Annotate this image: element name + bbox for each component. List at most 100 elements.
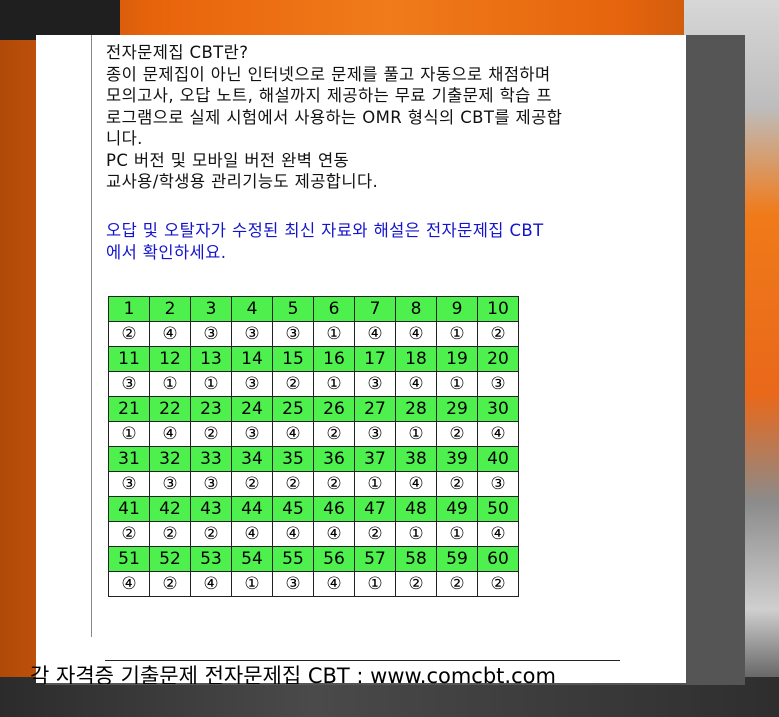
answer-cell: ②	[272, 371, 314, 397]
answer-cell: ③	[477, 371, 519, 397]
answer-cell: ①	[436, 371, 478, 397]
answer-cell: ②	[108, 321, 150, 347]
answer-cell: ③	[190, 471, 232, 497]
answer-cell: ③	[108, 371, 150, 397]
answer-cell: ①	[395, 521, 437, 547]
question-number-cell: 55	[272, 546, 314, 572]
question-number-cell: 47	[354, 496, 396, 522]
question-number-cell: 10	[477, 296, 519, 322]
answer-cell: ④	[395, 321, 437, 347]
question-number-cell: 40	[477, 446, 519, 472]
answer-cell: ④	[272, 521, 314, 547]
intro-line: 종이 문제집이 아닌 인터넷으로 문제를 풀고 자동으로 채점하며	[106, 64, 551, 84]
question-number-cell: 15	[272, 346, 314, 372]
answer-cell: ②	[272, 471, 314, 497]
answer-cell: ③	[477, 471, 519, 497]
intro-line: PC 버전 및 모바일 버전 완벽 연동	[106, 150, 350, 170]
question-number-cell: 28	[395, 396, 437, 422]
answer-cell: ②	[436, 421, 478, 447]
question-number-cell: 37	[354, 446, 396, 472]
question-number-cell: 8	[395, 296, 437, 322]
question-number-cell: 11	[108, 346, 150, 372]
notice-line: 에서 확인하세요.	[106, 242, 227, 262]
answer-cell: ②	[436, 571, 478, 597]
question-number-cell: 33	[190, 446, 232, 472]
question-number-cell: 53	[190, 546, 232, 572]
background-dark-corner	[0, 0, 120, 40]
question-number-cell: 16	[313, 346, 355, 372]
question-number-cell: 27	[354, 396, 396, 422]
question-number-row: 41 42 43 44 45 46 47 48 49 50	[108, 496, 519, 522]
answer-row: ③③③②②②①④②③	[108, 471, 519, 497]
answer-cell: ④	[395, 371, 437, 397]
answer-cell: ②	[477, 571, 519, 597]
answer-cell: ①	[149, 371, 191, 397]
question-number-cell: 43	[190, 496, 232, 522]
question-number-cell: 20	[477, 346, 519, 372]
intro-line: 교사용/학생용 관리기능도 제공합니다.	[106, 172, 379, 191]
answer-cell: ①	[436, 321, 478, 347]
answer-cell: ②	[190, 521, 232, 547]
question-number-cell: 29	[436, 396, 478, 422]
question-number-cell: 39	[436, 446, 478, 472]
answer-row: ③①①③②①③④①③	[108, 371, 519, 397]
answer-cell: ①	[354, 571, 396, 597]
question-number-cell: 36	[313, 446, 355, 472]
question-number-cell: 58	[395, 546, 437, 572]
answer-cell: ④	[149, 421, 191, 447]
question-number-cell: 48	[395, 496, 437, 522]
question-number-cell: 52	[149, 546, 191, 572]
answer-row: ①④②③④②③①②④	[108, 421, 519, 447]
answer-cell: ②	[354, 521, 396, 547]
question-number-cell: 60	[477, 546, 519, 572]
answer-row: ②②②④④④②①①④	[108, 521, 519, 547]
question-number-cell: 26	[313, 396, 355, 422]
question-number-cell: 1	[108, 296, 150, 322]
question-number-cell: 9	[436, 296, 478, 322]
question-number-cell: 6	[313, 296, 355, 322]
answer-cell: ④	[313, 521, 355, 547]
question-number-cell: 5	[272, 296, 314, 322]
answer-cell: ④	[108, 571, 150, 597]
question-number-cell: 30	[477, 396, 519, 422]
question-number-cell: 32	[149, 446, 191, 472]
answer-cell: ①	[231, 571, 273, 597]
intro-line: 모의고사, 오답 노트, 해설까지 제공하는 무료 기출문제 학습 프	[106, 86, 552, 105]
answer-cell: ④	[477, 521, 519, 547]
question-number-cell: 23	[190, 396, 232, 422]
question-number-cell: 25	[272, 396, 314, 422]
question-number-cell: 12	[149, 346, 191, 372]
question-number-cell: 45	[272, 496, 314, 522]
question-number-cell: 49	[436, 496, 478, 522]
question-number-cell: 44	[231, 496, 273, 522]
question-number-cell: 34	[231, 446, 273, 472]
cbt-intro: 전자문제집 CBT란? 종이 문제집이 아닌 인터넷으로 문제를 풀고 자동으로…	[106, 42, 646, 193]
answer-cell: ①	[313, 321, 355, 347]
answer-cell: ②	[313, 421, 355, 447]
answer-cell: ③	[231, 321, 273, 347]
answer-row: ②④③③③①④④①②	[108, 321, 519, 347]
question-number-row: 31 32 33 34 35 36 37 38 39 40	[108, 446, 519, 472]
question-number-cell: 17	[354, 346, 396, 372]
answer-cell: ④	[313, 571, 355, 597]
intro-line: 니다.	[106, 129, 143, 148]
answer-cell: ②	[190, 421, 232, 447]
question-number-cell: 50	[477, 496, 519, 522]
answer-cell: ②	[231, 471, 273, 497]
answer-cell: ①	[436, 521, 478, 547]
answer-cell: ②	[108, 521, 150, 547]
question-number-cell: 22	[149, 396, 191, 422]
update-notice: 오답 및 오탈자가 수정된 최신 자료와 해설은 전자문제집 CBT 에서 확인…	[106, 220, 646, 263]
answer-cell: ③	[231, 421, 273, 447]
question-number-row: 1 2 3 4 5 6 7 8 9 10	[108, 296, 519, 322]
answer-cell: ④	[395, 471, 437, 497]
answer-cell: ③	[272, 571, 314, 597]
answer-cell: ③	[190, 321, 232, 347]
answer-cell: ②	[436, 471, 478, 497]
answer-cell: ④	[149, 321, 191, 347]
question-number-cell: 57	[354, 546, 396, 572]
answer-cell: ①	[395, 421, 437, 447]
question-number-cell: 4	[231, 296, 273, 322]
question-number-cell: 51	[108, 546, 150, 572]
question-number-cell: 31	[108, 446, 150, 472]
